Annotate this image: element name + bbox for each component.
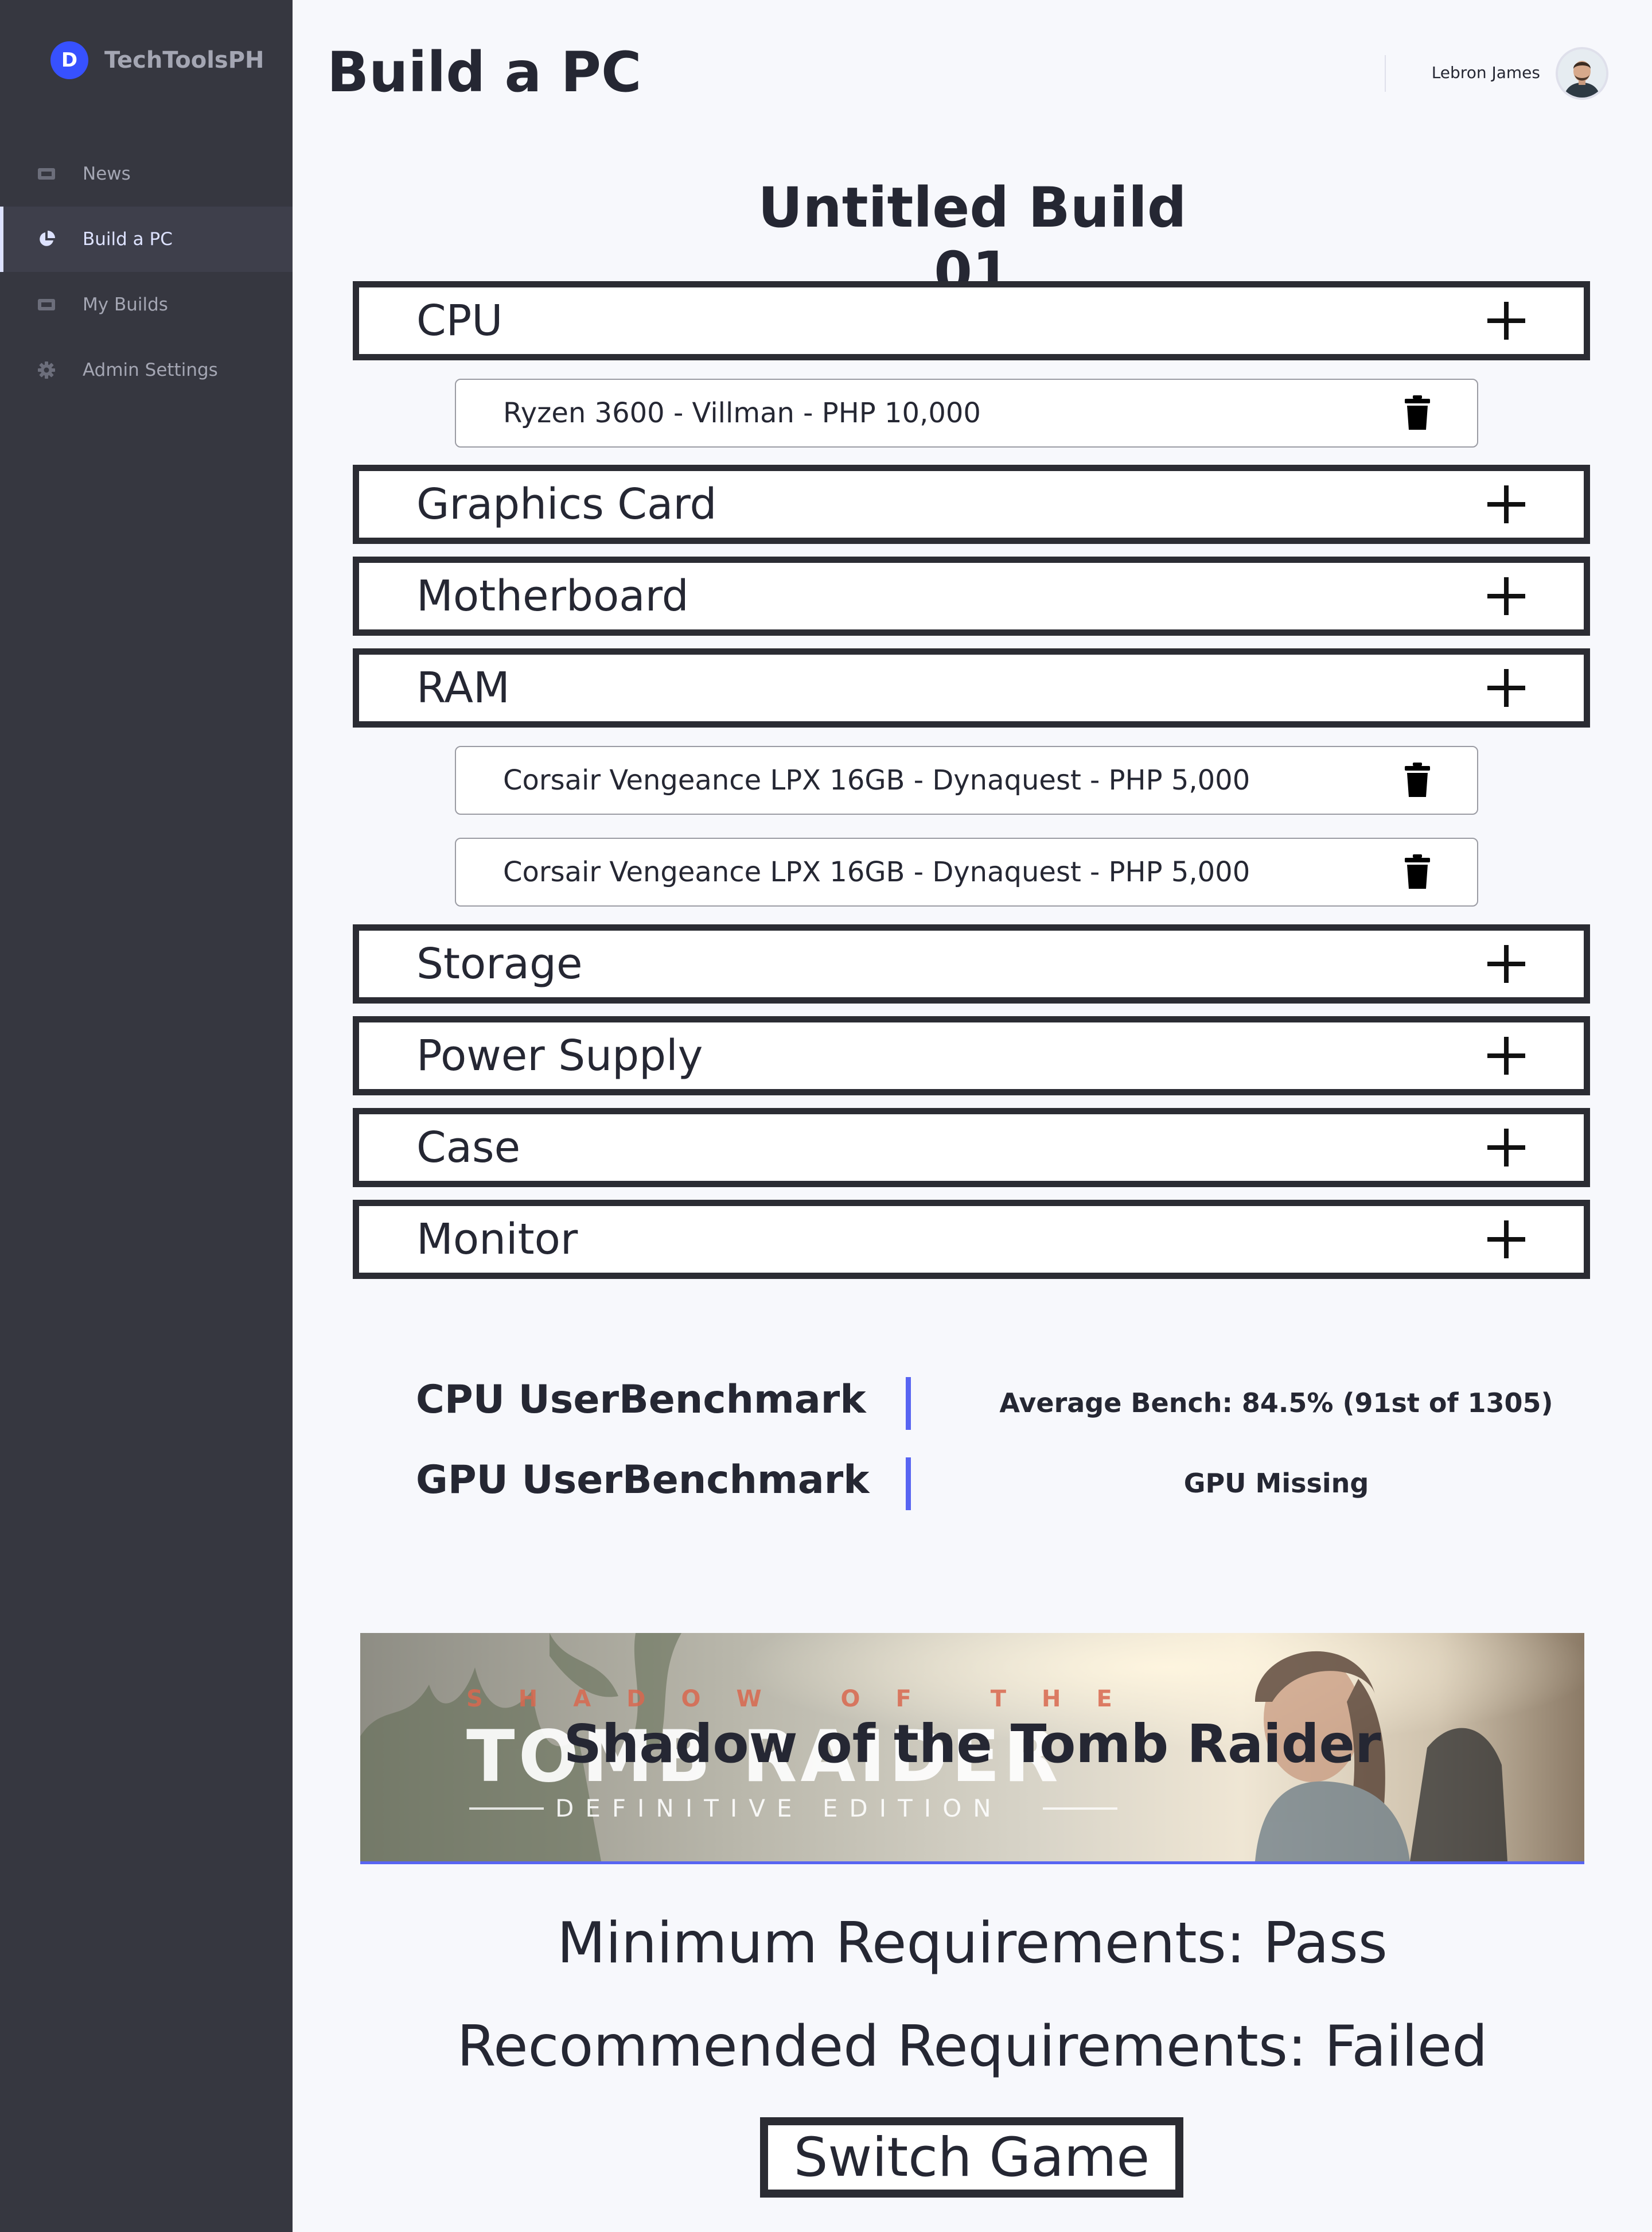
sidebar-item-build-a-pc[interactable]: Build a PC <box>0 207 293 272</box>
part-item: Corsair Vengeance LPX 16GB - Dynaquest -… <box>455 746 1478 815</box>
category-power-supply: Power Supply <box>353 1016 1590 1095</box>
category-label: Motherboard <box>416 571 689 621</box>
category-monitor: Monitor <box>353 1200 1590 1279</box>
part-item-label: Corsair Vengeance LPX 16GB - Dynaquest -… <box>503 764 1250 796</box>
sidebar-item-label: News <box>83 164 131 184</box>
sidebar-item-my-builds[interactable]: My Builds <box>0 272 293 337</box>
benchmark-divider <box>906 1457 911 1510</box>
trash-icon[interactable] <box>1404 854 1431 890</box>
plus-icon[interactable] <box>1486 1219 1526 1259</box>
logo-line1: SHADOW OF THE <box>466 1686 1148 1712</box>
part-item-label: Ryzen 3600 - Villman - PHP 10,000 <box>503 397 981 429</box>
gear-icon <box>37 360 56 380</box>
sidebar-item-label: My Builds <box>83 294 168 315</box>
plus-icon[interactable] <box>1486 668 1526 708</box>
brand-initial: D <box>61 49 78 72</box>
part-item-label: Corsair Vengeance LPX 16GB - Dynaquest -… <box>503 856 1250 888</box>
gpu-benchmark-label: GPU UserBenchmark <box>416 1457 870 1503</box>
category-label: RAM <box>416 663 510 713</box>
category-label: Case <box>416 1123 521 1172</box>
ticket-icon <box>37 295 56 314</box>
cpu-benchmark-label: CPU UserBenchmark <box>416 1377 866 1422</box>
sidebar-item-news[interactable]: News <box>0 141 293 207</box>
brand-logo-icon: D <box>50 41 88 79</box>
part-item: Corsair Vengeance LPX 16GB - Dynaquest -… <box>455 838 1478 907</box>
category-label: CPU <box>416 296 503 345</box>
category-label: Storage <box>416 939 583 989</box>
ticket-icon <box>37 164 56 184</box>
sidebar-item-admin-settings[interactable]: Admin Settings <box>0 337 293 403</box>
sidebar-item-label: Build a PC <box>83 229 173 250</box>
pie-chart-icon <box>37 230 56 249</box>
page-title: Build a PC <box>327 40 642 104</box>
plus-icon[interactable] <box>1486 1036 1526 1076</box>
sidebar: D TechToolsPH News Build a PC My Builds <box>0 0 293 2232</box>
category-label: Graphics Card <box>416 480 717 529</box>
category-label: Monitor <box>416 1215 578 1264</box>
avatar[interactable] <box>1556 47 1608 100</box>
sidebar-nav: News Build a PC My Builds Admin Settings <box>0 141 293 403</box>
minimum-requirements: Minimum Requirements: Pass <box>557 1911 1388 1976</box>
category-motherboard: Motherboard <box>353 557 1590 636</box>
category-ram: RAM <box>353 648 1590 728</box>
plus-icon[interactable] <box>1486 576 1526 616</box>
category-storage: Storage <box>353 924 1590 1004</box>
sidebar-item-label: Admin Settings <box>83 360 218 380</box>
user-name[interactable]: Lebron James <box>1432 63 1540 82</box>
recommended-requirements: Recommended Requirements: Failed <box>457 2014 1488 2079</box>
category-graphics-card: Graphics Card <box>353 465 1590 544</box>
game-banner: SHADOW OF THE TOMB RAIDER DEFINITIVE EDI… <box>360 1633 1584 1864</box>
plus-icon[interactable] <box>1486 484 1526 524</box>
brand[interactable]: D TechToolsPH <box>50 41 264 79</box>
plus-icon[interactable] <box>1486 1127 1526 1168</box>
switch-game-button[interactable]: Switch Game <box>760 2117 1183 2198</box>
cpu-benchmark-value: Average Bench: 84.5% (91st of 1305) <box>999 1387 1553 1418</box>
part-item: Ryzen 3600 - Villman - PHP 10,000 <box>455 379 1478 448</box>
trash-icon[interactable] <box>1404 763 1431 798</box>
category-label: Power Supply <box>416 1031 703 1080</box>
plus-icon[interactable] <box>1486 944 1526 984</box>
trash-icon[interactable] <box>1404 395 1431 431</box>
category-case: Case <box>353 1108 1590 1187</box>
gpu-benchmark-value: GPU Missing <box>1183 1468 1369 1499</box>
category-cpu: CPU <box>353 281 1590 360</box>
logo-line3: DEFINITIVE EDITION <box>555 1794 1003 1822</box>
header-divider <box>1385 55 1386 92</box>
user-avatar-icon <box>1558 49 1606 98</box>
plus-icon[interactable] <box>1486 301 1526 341</box>
benchmark-divider <box>906 1377 911 1430</box>
brand-name: TechToolsPH <box>104 47 264 73</box>
game-title: Shadow of the Tomb Raider <box>563 1713 1381 1775</box>
